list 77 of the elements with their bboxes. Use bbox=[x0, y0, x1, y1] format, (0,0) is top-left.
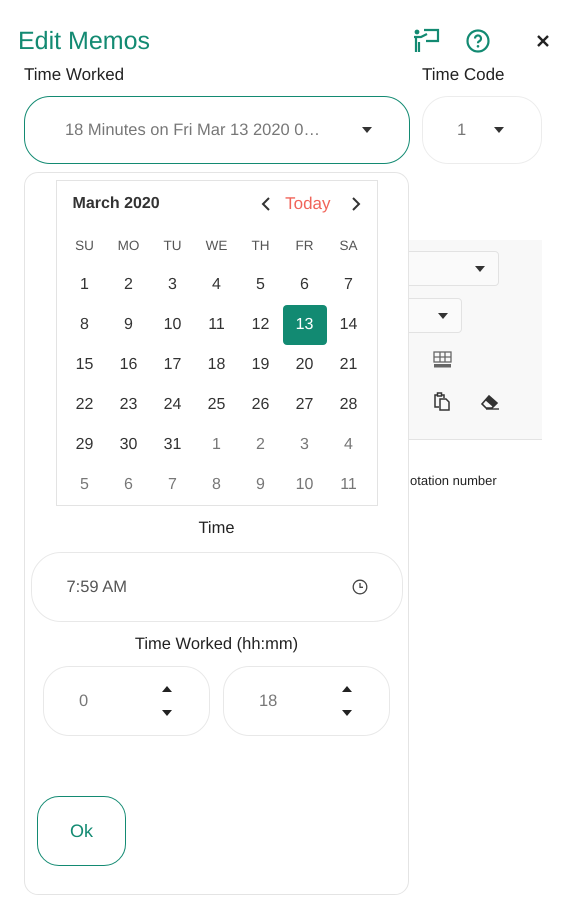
calendar-day[interactable]: 30 bbox=[106, 425, 150, 465]
calendar-day[interactable]: 26 bbox=[238, 385, 282, 425]
caption-text: otation number bbox=[410, 473, 498, 488]
calendar-day[interactable]: 24 bbox=[150, 385, 194, 425]
time-worked-dropdown[interactable]: 18 Minutes on Fri Mar 13 2020 0… bbox=[24, 96, 410, 164]
calendar-day[interactable]: 18 bbox=[194, 345, 238, 385]
presenter-icon[interactable] bbox=[412, 28, 440, 54]
number-field[interactable]: 0 bbox=[43, 666, 210, 736]
calendar-day[interactable]: 19 bbox=[238, 345, 282, 385]
weekday-label: TU bbox=[162, 236, 182, 254]
paste-icon[interactable] bbox=[433, 392, 451, 411]
calendar-day[interactable]: 21 bbox=[326, 345, 370, 385]
caret-icon bbox=[361, 126, 373, 134]
calendar-day[interactable]: 20 bbox=[282, 345, 326, 385]
dialog-title: Edit Memos bbox=[18, 26, 150, 56]
calendar-day[interactable]: 6 bbox=[282, 265, 326, 305]
weekday-label: SU bbox=[74, 236, 95, 254]
calendar-day[interactable]: 9 bbox=[106, 305, 150, 345]
calendar-day[interactable]: 22 bbox=[62, 385, 106, 425]
calendar-day[interactable]: 7 bbox=[326, 265, 370, 305]
calendar-day[interactable]: 1 bbox=[194, 425, 238, 465]
time-code-dropdown[interactable]: 1 bbox=[422, 96, 542, 164]
help-icon[interactable] bbox=[466, 29, 490, 53]
calendar-day[interactable]: 29 bbox=[62, 425, 106, 465]
caret-icon bbox=[493, 126, 505, 134]
close-icon[interactable] bbox=[536, 34, 550, 48]
calendar-day[interactable]: 8 bbox=[62, 305, 106, 345]
calendar-day[interactable]: 11 bbox=[326, 465, 370, 505]
section-label: Time bbox=[198, 519, 235, 538]
clock-icon bbox=[352, 579, 368, 595]
calendar-day[interactable]: 7 bbox=[150, 465, 194, 505]
calendar-day[interactable]: 8 bbox=[194, 465, 238, 505]
caret-icon bbox=[437, 312, 449, 320]
calendar-day[interactable]: 14 bbox=[326, 305, 370, 345]
calendar-day[interactable]: 5 bbox=[62, 465, 106, 505]
calendar-day[interactable]: 3 bbox=[282, 425, 326, 465]
calendar-day[interactable]: 27 bbox=[282, 385, 326, 425]
calendar-day[interactable]: 11 bbox=[194, 305, 238, 345]
caret-icon bbox=[474, 264, 486, 272]
calendar-day[interactable]: 10 bbox=[150, 305, 194, 345]
ok-button[interactable]: Ok bbox=[37, 796, 126, 866]
calendar-day[interactable]: 23 bbox=[106, 385, 150, 425]
table-icon[interactable] bbox=[433, 351, 452, 368]
calendar-day[interactable]: 6 bbox=[106, 465, 150, 505]
eraser-icon[interactable] bbox=[480, 394, 500, 410]
weekday-label: WE bbox=[204, 236, 228, 254]
calendar-day[interactable]: 12 bbox=[238, 305, 282, 345]
calendar-day[interactable]: 2 bbox=[106, 265, 150, 305]
calendar-day[interactable]: 13 bbox=[282, 305, 326, 345]
previous-icon[interactable] bbox=[261, 197, 272, 211]
calendar-day[interactable]: 28 bbox=[326, 385, 370, 425]
stepper-icon[interactable] bbox=[161, 685, 173, 717]
next-icon[interactable] bbox=[350, 197, 360, 211]
calendar-day[interactable]: 2 bbox=[238, 425, 282, 465]
calendar-day[interactable]: 10 bbox=[282, 465, 326, 505]
weekday-label: SA bbox=[338, 236, 358, 254]
month-title: March 2020 bbox=[72, 195, 161, 213]
weekday-label: FR bbox=[294, 236, 314, 254]
calendar-day[interactable]: 5 bbox=[238, 265, 282, 305]
calendar-day[interactable]: 9 bbox=[238, 465, 282, 505]
calendar-day[interactable]: 15 bbox=[62, 345, 106, 385]
calendar-day[interactable]: 3 bbox=[150, 265, 194, 305]
section-label: Time Worked (hh:mm) bbox=[134, 635, 298, 654]
weekday-label: TH bbox=[250, 236, 270, 254]
time-field[interactable]: 7:59 AM bbox=[30, 552, 402, 622]
stepper-icon[interactable] bbox=[341, 685, 353, 717]
calendar-day[interactable]: 31 bbox=[150, 425, 194, 465]
calendar-day[interactable]: 25 bbox=[194, 385, 238, 425]
calendar-day[interactable]: 4 bbox=[194, 265, 238, 305]
number-field[interactable]: 18 bbox=[223, 666, 390, 736]
calendar-day[interactable]: 1 bbox=[62, 265, 106, 305]
field-label: Time Worked bbox=[24, 65, 126, 85]
weekday-label: MO bbox=[116, 236, 140, 254]
calendar-day[interactable]: 4 bbox=[326, 425, 370, 465]
calendar-day[interactable]: 17 bbox=[150, 345, 194, 385]
field-label: Time Code bbox=[422, 65, 506, 85]
calendar-day[interactable]: 16 bbox=[106, 345, 150, 385]
